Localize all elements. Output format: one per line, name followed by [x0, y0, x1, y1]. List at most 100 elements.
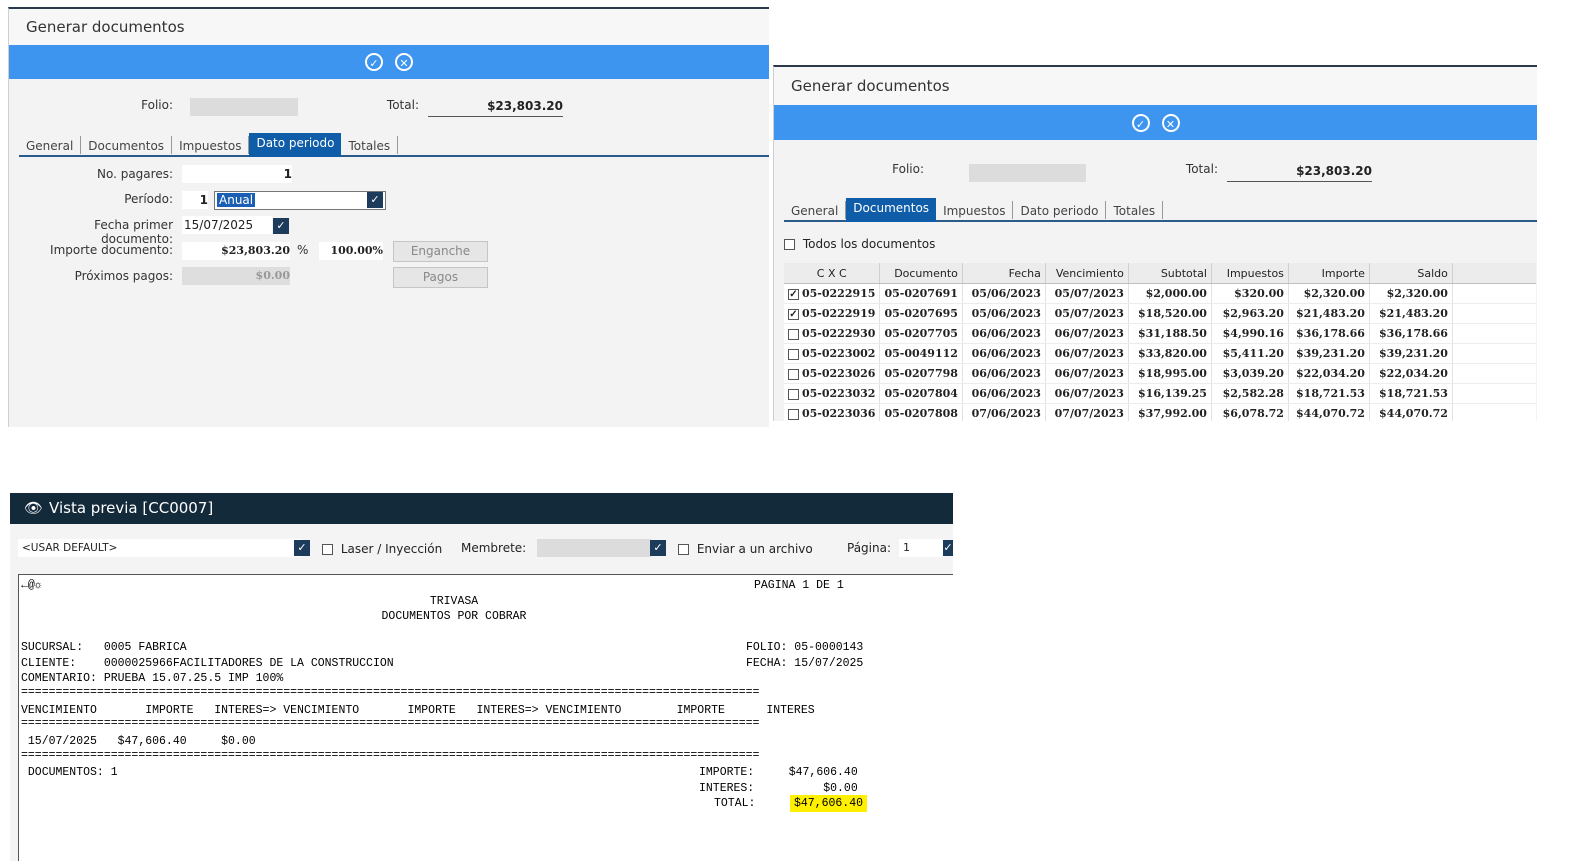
tab-dato-periodo[interactable]: Dato periodo: [249, 133, 342, 157]
cell-fecha: 06/06/2023: [962, 383, 1046, 404]
table-row[interactable]: 05-0223002 05-0049112 06/06/2023 06/07/2023…: [784, 343, 1536, 364]
row-checkbox[interactable]: ✓: [788, 308, 799, 320]
col-cxc[interactable]: C X C: [784, 263, 881, 284]
cxc-value: 05-0222915: [802, 287, 876, 300]
periodo-num-input[interactable]: 1: [182, 191, 208, 209]
table-row[interactable]: 05-0223032 05-0207804 06/06/2023 06/07/2023…: [784, 383, 1536, 404]
tab-general[interactable]: General: [19, 136, 82, 154]
membrete-label: Membrete:: [461, 541, 527, 555]
todos-label: Todos los documentos: [802, 237, 936, 251]
todos-documentos-toggle[interactable]: Todos los documentos: [784, 237, 935, 251]
importe-label: Importe documento:: [50, 243, 173, 257]
cxc-value: 05-0223036: [802, 407, 876, 420]
pagina-input[interactable]: 1: [899, 539, 945, 557]
table-row[interactable]: ✓ 05-0222919 05-0207695 05/06/2023 05/07/202…: [784, 303, 1536, 324]
row-checkbox[interactable]: ✓: [788, 288, 799, 300]
cell-vencimiento: 07/07/2023: [1045, 403, 1129, 421]
cell-cxc[interactable]: ✓ 05-0222915: [784, 283, 881, 304]
enviar-archivo-toggle[interactable]: Enviar a un archivo: [678, 542, 813, 556]
chevron-down-icon[interactable]: ✓: [294, 540, 310, 556]
row-checkbox[interactable]: [788, 348, 799, 360]
cell-documento: 05-0207798: [879, 363, 963, 384]
pagina-label: Página:: [847, 541, 892, 555]
chevron-down-icon[interactable]: ✓: [943, 540, 953, 556]
folio-input[interactable]: [969, 164, 1086, 182]
cell-subtotal: $18,995.00: [1128, 363, 1212, 384]
cancel-icon[interactable]: ✕: [1161, 113, 1180, 132]
total-value: $23,803.20: [1227, 164, 1372, 182]
cell-cxc[interactable]: 05-0223026: [784, 363, 881, 384]
no-pagares-input[interactable]: 1: [182, 165, 292, 183]
cell-cxc[interactable]: 05-0223002: [784, 343, 881, 364]
tab-documentos[interactable]: Documentos: [846, 198, 937, 222]
enganche-button[interactable]: Enganche: [393, 241, 488, 262]
cell-importe: $2,320.00: [1288, 283, 1370, 304]
col-fecha[interactable]: Fecha: [962, 263, 1046, 284]
periodo-select[interactable]: Anual: [214, 191, 386, 210]
col-filler: [1452, 263, 1536, 284]
folio-input[interactable]: [190, 98, 298, 116]
generar-documentos-window-periodo: Generar documentos ✓ ✕ Folio: Total: $23…: [8, 7, 769, 427]
tab-impuestos[interactable]: Impuestos: [936, 201, 1014, 219]
tab-totales[interactable]: Totales: [1106, 201, 1164, 219]
accept-icon[interactable]: ✓: [1131, 113, 1150, 132]
cell-filler: [1452, 403, 1536, 421]
laser-checkbox[interactable]: [322, 544, 333, 555]
cell-impuestos: $4,990.16: [1211, 323, 1289, 344]
report-fecha: FECHA: 15/07/2025: [746, 657, 864, 670]
cell-cxc[interactable]: 05-0223036: [784, 403, 881, 421]
cell-saldo: $39,231.20: [1369, 343, 1453, 364]
tab-dato-periodo[interactable]: Dato periodo: [1013, 201, 1107, 219]
row-checkbox[interactable]: [788, 328, 799, 340]
membrete-select[interactable]: [537, 539, 651, 557]
report-cliente: CLIENTE: 0000025966FACILITADORES DE LA C…: [21, 657, 394, 670]
report-documentos: DOCUMENTOS: 1: [21, 766, 118, 779]
table-row[interactable]: 05-0222930 05-0207705 06/06/2023 06/07/2023…: [784, 323, 1536, 344]
row-checkbox[interactable]: [788, 368, 799, 380]
no-pagares-label: No. pagares:: [96, 167, 173, 181]
row-checkbox[interactable]: [788, 408, 799, 420]
table-row[interactable]: 05-0223036 05-0207808 07/06/2023 07/07/2023…: [784, 403, 1536, 421]
report-separator: ========================================…: [21, 749, 760, 762]
cxc-value: 05-0223026: [802, 367, 876, 380]
chevron-down-icon[interactable]: ✓: [367, 192, 383, 208]
col-importe[interactable]: Importe: [1288, 263, 1370, 284]
printer-select[interactable]: <USAR DEFAULT>: [18, 539, 302, 557]
laser-toggle[interactable]: Laser / Inyección: [322, 542, 442, 556]
enviar-checkbox[interactable]: [678, 544, 689, 555]
tab-general[interactable]: General: [784, 201, 847, 219]
tab-impuestos[interactable]: Impuestos: [172, 136, 250, 154]
tab-documentos[interactable]: Documentos: [81, 136, 173, 154]
importe-input[interactable]: $23,803.20: [182, 242, 290, 260]
col-vencimiento[interactable]: Vencimiento: [1045, 263, 1129, 284]
window-title: Generar documentos: [9, 9, 769, 45]
row-checkbox[interactable]: [788, 388, 799, 400]
table-row[interactable]: ✓ 05-0222915 05-0207691 05/06/2023 05/07/202…: [784, 283, 1536, 304]
table-row[interactable]: 05-0223026 05-0207798 06/06/2023 06/07/2023…: [784, 363, 1536, 384]
percent-input[interactable]: 100.00%: [319, 242, 383, 260]
todos-checkbox[interactable]: [784, 239, 795, 250]
cancel-icon[interactable]: ✕: [395, 53, 413, 71]
chevron-down-icon[interactable]: ✓: [650, 540, 666, 556]
action-bar: ✓ ✕: [9, 45, 769, 79]
total-highlight: $47,606.40: [790, 795, 868, 812]
col-impuestos[interactable]: Impuestos: [1211, 263, 1289, 284]
report-sucursal: SUCURSAL: 0005 FABRICA: [21, 641, 187, 654]
col-subtotal[interactable]: Subtotal: [1128, 263, 1212, 284]
cell-cxc[interactable]: ✓ 05-0222919: [784, 303, 881, 324]
preview-toolbar: <USAR DEFAULT> ✓ Laser / Inyección Membr…: [10, 535, 953, 563]
cell-fecha: 06/06/2023: [962, 343, 1046, 364]
cell-fecha: 06/06/2023: [962, 323, 1046, 344]
pagos-button[interactable]: Pagos: [393, 267, 488, 288]
fecha-input[interactable]: 15/07/2025: [182, 216, 272, 234]
col-saldo[interactable]: Saldo: [1369, 263, 1453, 284]
cell-cxc[interactable]: 05-0222930: [784, 323, 881, 344]
col-documento[interactable]: Documento: [879, 263, 963, 284]
tab-totales[interactable]: Totales: [341, 136, 399, 154]
calendar-dropdown-icon[interactable]: ✓: [273, 218, 289, 234]
cell-impuestos: $5,411.20: [1211, 343, 1289, 364]
accept-icon[interactable]: ✓: [365, 53, 383, 71]
cell-fecha: 05/06/2023: [962, 303, 1046, 324]
cell-subtotal: $18,520.00: [1128, 303, 1212, 324]
cell-cxc[interactable]: 05-0223032: [784, 383, 881, 404]
